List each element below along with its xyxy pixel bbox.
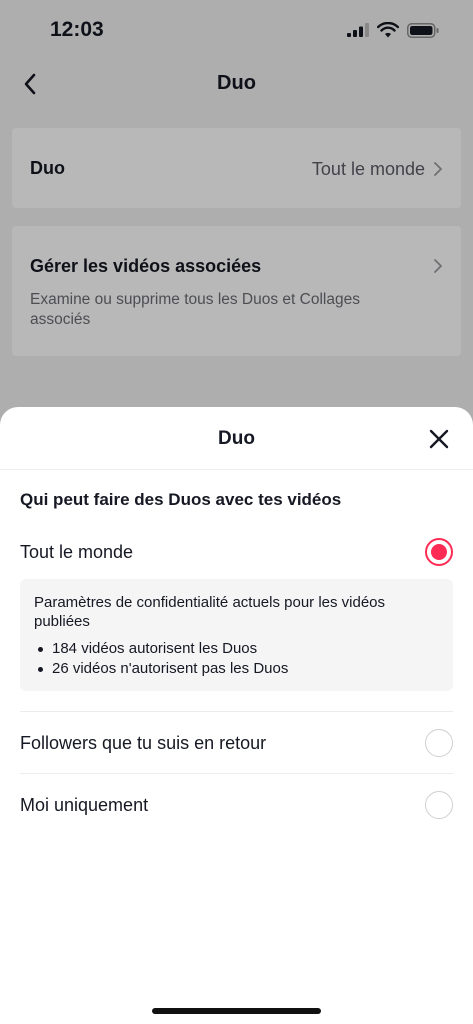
close-button[interactable] (425, 425, 453, 453)
radio-button[interactable] (425, 791, 453, 819)
sheet-question: Qui peut faire des Duos avec tes vidéos (20, 490, 342, 509)
info-list-item: 184 vidéos autorisent les Duos (34, 639, 288, 659)
sheet-title: Duo (218, 428, 255, 449)
radio-button[interactable] (425, 729, 453, 757)
option-label: Tout le monde (20, 542, 134, 562)
radio-button-selected[interactable] (425, 538, 453, 566)
info-title: Paramètres de confidentialité actuels po… (34, 594, 386, 630)
option-label: Moi uniquement (20, 795, 149, 815)
info-list: 184 vidéos autorisent les Duos 26 vidéos… (34, 639, 288, 679)
info-list-item: 26 vidéos n'autorisent pas les Duos (34, 659, 288, 679)
privacy-info-box: Paramètres de confidentialité actuels po… (20, 579, 453, 691)
option-only-me[interactable]: Moi uniquement (0, 777, 473, 837)
option-everyone[interactable]: Tout le monde (0, 524, 473, 584)
divider (20, 711, 453, 712)
divider (20, 773, 453, 774)
sheet-header: Duo (0, 407, 473, 470)
option-mutual-followers[interactable]: Followers que tu suis en retour (0, 715, 473, 775)
close-icon (429, 429, 449, 449)
home-indicator[interactable] (152, 1008, 321, 1014)
bottom-sheet: Duo Qui peut faire des Duos avec tes vid… (0, 407, 473, 1024)
option-label: Followers que tu suis en retour (20, 733, 267, 753)
